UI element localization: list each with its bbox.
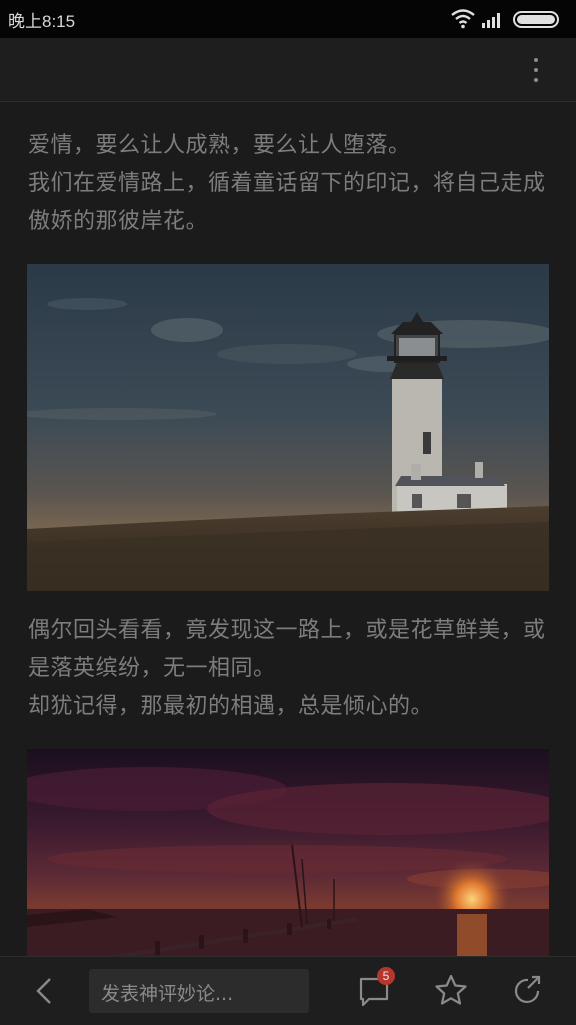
bottom-bar: 发表神评妙论... 5 xyxy=(0,956,576,1025)
sunset-pier-photo[interactable] xyxy=(27,749,549,956)
comment-input[interactable]: 发表神评妙论... xyxy=(89,969,309,1013)
lighthouse-photo[interactable] xyxy=(27,264,549,591)
article-paragraph-1: 爱情，要么让人成熟，要么让人堕落。 我们在爱情路上，循着童话留下的印记，将自己走… xyxy=(28,127,552,241)
back-button[interactable] xyxy=(26,973,62,1009)
comment-count-badge: 5 xyxy=(377,967,395,985)
battery-icon xyxy=(513,11,559,28)
more-button[interactable] xyxy=(516,54,556,86)
back-icon xyxy=(36,978,51,1004)
wifi-icon xyxy=(451,9,475,29)
comments-button[interactable]: 5 xyxy=(355,967,395,1011)
paragraph-2-line-2: 却犹记得，那最初的相遇，总是倾心的。 xyxy=(28,694,434,719)
paragraph-1-line-1: 爱情，要么让人成熟，要么让人堕落。 xyxy=(28,133,411,158)
paragraph-1-line-2: 我们在爱情路上，循着童话留下的印记，将自己走成傲娇的那彼岸花。 xyxy=(28,171,546,234)
status-time: 晚上8:15 xyxy=(8,12,76,31)
paragraph-2-line-1: 偶尔回头看看，竟发现这一路上，或是花草鲜美，或是落英缤纷，无一相同。 xyxy=(28,618,546,681)
signal-icon xyxy=(482,13,500,28)
app-bar xyxy=(0,38,576,102)
article-paragraph-2: 偶尔回头看看，竟发现这一路上，或是花草鲜美，或是落英缤纷，无一相同。 却犹记得，… xyxy=(28,612,552,726)
share-button[interactable] xyxy=(508,971,548,1011)
status-icons xyxy=(446,8,566,30)
share-icon xyxy=(514,975,541,1003)
article-content[interactable]: 爱情，要么让人成熟，要么让人堕落。 我们在爱情路上，循着童话留下的印记，将自己走… xyxy=(0,102,576,956)
status-bar: 晚上8:15 xyxy=(0,0,576,38)
favorite-button[interactable] xyxy=(431,971,471,1011)
star-icon xyxy=(435,974,467,1005)
